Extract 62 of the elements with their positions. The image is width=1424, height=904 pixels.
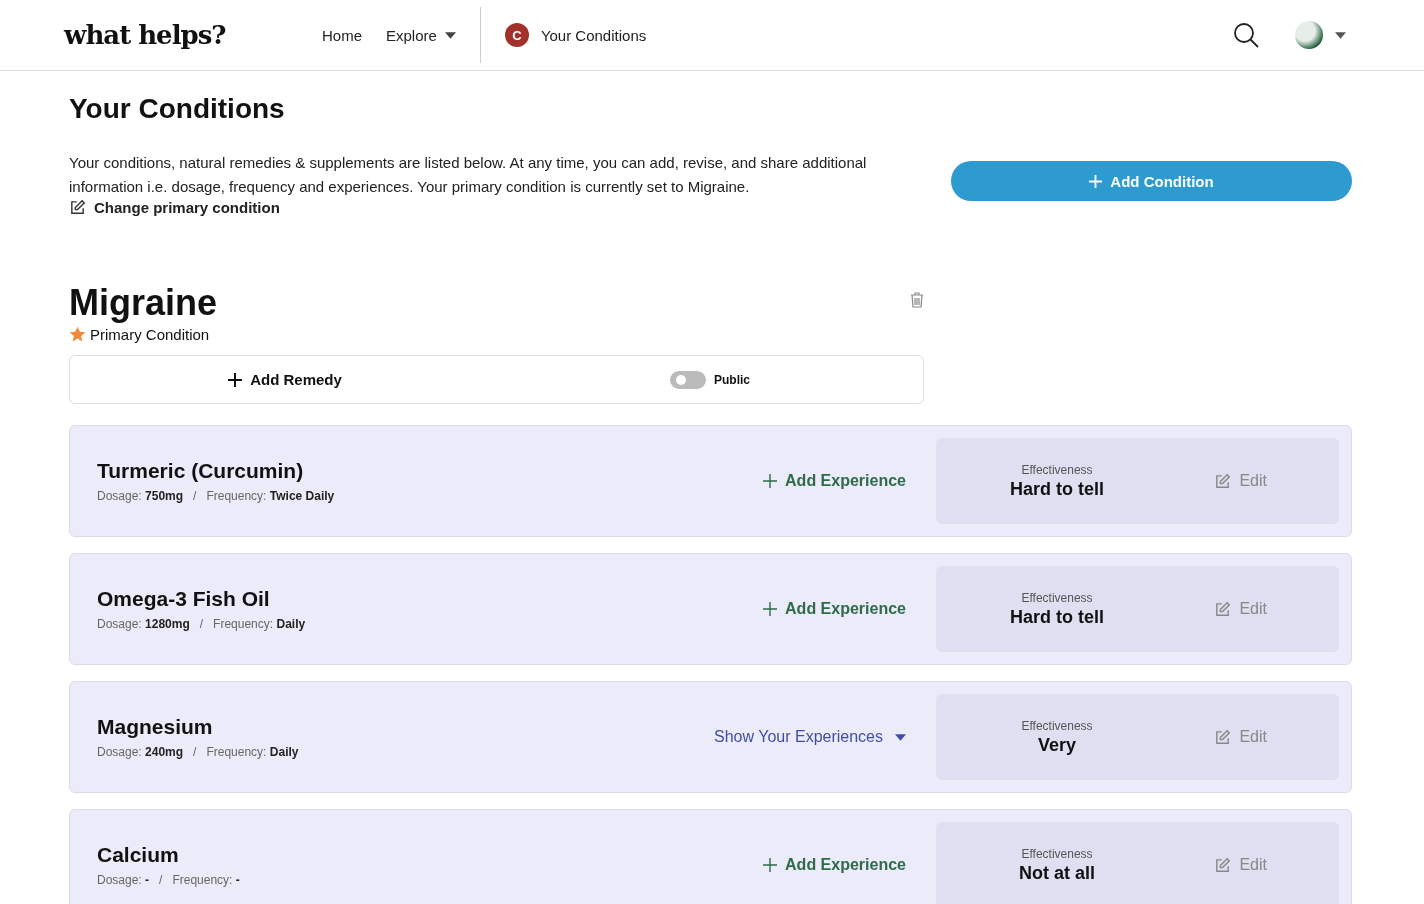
plus-icon — [763, 474, 778, 488]
remedy-name: Turmeric (Curcumin) — [97, 459, 305, 483]
edit-button[interactable]: Edit — [1208, 599, 1273, 619]
effectiveness-value: Not at all — [1018, 862, 1096, 884]
add-experience-link[interactable]: Add Experience — [757, 599, 912, 619]
remedy-name: Magnesium — [97, 715, 214, 739]
change-primary-link[interactable]: Change primary condition — [69, 199, 280, 216]
description-text: Your conditions, natural remedies & supplements are listed below. At any time, you can add, revise, and share additional information i.e. dosage, frequency and experiences. Your primary condition is currently set to Migraine. — [69, 153, 868, 197]
edit-button[interactable]: Edit — [1208, 471, 1273, 491]
separator-text: / — [193, 489, 197, 503]
effectiveness-label: Effectiveness — [1020, 718, 1094, 733]
effectiveness-value: Hard to tell — [1009, 606, 1105, 628]
effectiveness-label: Effectiveness — [1020, 846, 1094, 861]
dosage-text: Dosage: - — [97, 873, 150, 887]
plus-icon — [763, 602, 778, 616]
page-title: Your Conditions — [69, 93, 286, 125]
conditions-link[interactable]: C Your Conditions — [504, 23, 647, 47]
public-toggle[interactable] — [670, 370, 706, 389]
dosage-text: Dosage: 1280mg — [97, 617, 190, 631]
edit-icon — [1214, 728, 1232, 746]
frequency-text: Frequency: Daily — [206, 745, 299, 759]
separator-text: / — [193, 745, 197, 759]
primary-label: Primary Condition — [90, 326, 210, 343]
public-label: Public — [714, 372, 750, 387]
effectiveness-label: Effectiveness — [1020, 462, 1094, 477]
remedy-name: Omega-3 Fish Oil — [97, 587, 271, 611]
caret-icon — [895, 733, 906, 741]
separator-text: / — [159, 873, 163, 887]
edit-button[interactable]: Edit — [1208, 727, 1273, 747]
edit-icon — [1214, 600, 1232, 618]
dosage-text: Dosage: 240mg — [97, 745, 184, 759]
avatar[interactable] — [1295, 21, 1323, 49]
frequency-text: Frequency: Twice Daily — [206, 489, 335, 503]
plus-icon — [1089, 174, 1103, 188]
condition-title: Migraine — [69, 282, 218, 324]
add-experience-link[interactable]: Add Experience — [757, 471, 912, 491]
condition-badge: C — [504, 23, 529, 47]
caret-icon — [1335, 31, 1346, 39]
search-icon[interactable] — [1233, 22, 1259, 48]
dosage-text: Dosage: 750mg — [97, 489, 184, 503]
separator-text: / — [199, 617, 204, 631]
edit-icon — [1214, 472, 1232, 490]
add-condition-button[interactable]: Add Condition — [951, 161, 1352, 201]
effectiveness-label: Effectiveness — [1020, 590, 1094, 605]
add-remedy-button[interactable]: Add Remedy — [70, 370, 500, 389]
add-experience-link[interactable]: Add Experience — [757, 855, 912, 875]
frequency-text: Frequency: - — [172, 873, 240, 887]
edit-icon — [1214, 856, 1232, 874]
nav-link[interactable]: Explore — [386, 26, 456, 44]
effectiveness-value: Hard to tell — [1009, 478, 1105, 500]
nav-link[interactable]: Home — [322, 26, 362, 44]
edit-button[interactable]: Edit — [1208, 855, 1273, 875]
caret-icon — [444, 31, 456, 39]
frequency-text: Frequency: Daily — [213, 617, 306, 631]
plus-icon — [228, 372, 243, 387]
trash-icon[interactable] — [910, 292, 924, 308]
plus-icon — [763, 858, 778, 872]
show-experiences-link[interactable]: Show Your Experiences — [708, 727, 912, 747]
edit-icon — [69, 199, 86, 216]
effectiveness-value: Very — [1036, 734, 1077, 756]
logo[interactable]: what helps? — [64, 20, 322, 50]
remedy-name: Calcium — [97, 843, 180, 867]
